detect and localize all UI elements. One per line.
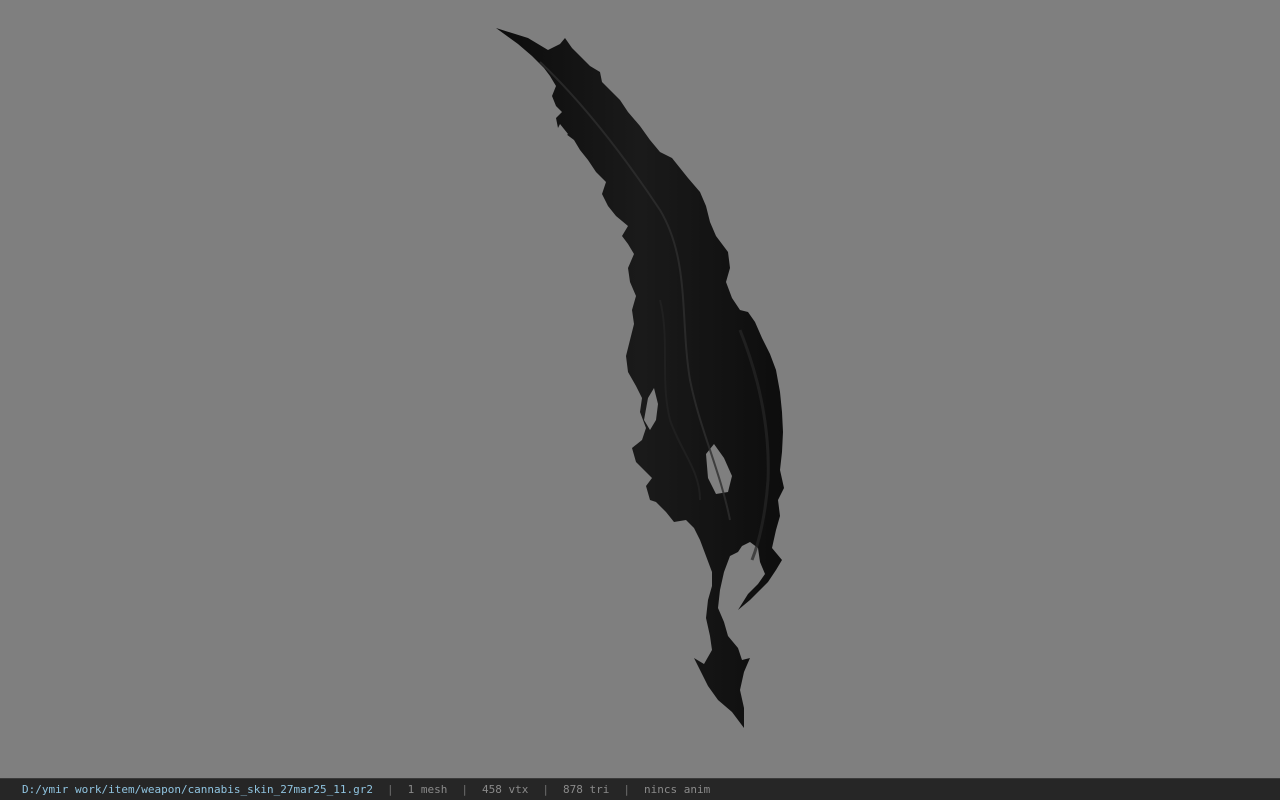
status-separator: |	[387, 783, 394, 796]
animation-status: nincs anim	[643, 783, 711, 796]
weapon-model	[496, 28, 784, 728]
3d-viewport[interactable]	[0, 0, 1280, 778]
mesh-count: 1 mesh	[407, 783, 448, 796]
status-bar: D:/ymir work/item/weapon/cannabis_skin_2…	[0, 778, 1280, 800]
status-separator: |	[461, 783, 468, 796]
triangle-count: 878 tri	[562, 783, 610, 796]
vertex-count: 458 vtx	[482, 783, 529, 796]
file-path: D:/ymir work/item/weapon/cannabis_skin_2…	[22, 783, 373, 796]
blade-body	[496, 28, 784, 728]
status-separator: |	[542, 783, 549, 796]
status-separator: |	[623, 783, 630, 796]
